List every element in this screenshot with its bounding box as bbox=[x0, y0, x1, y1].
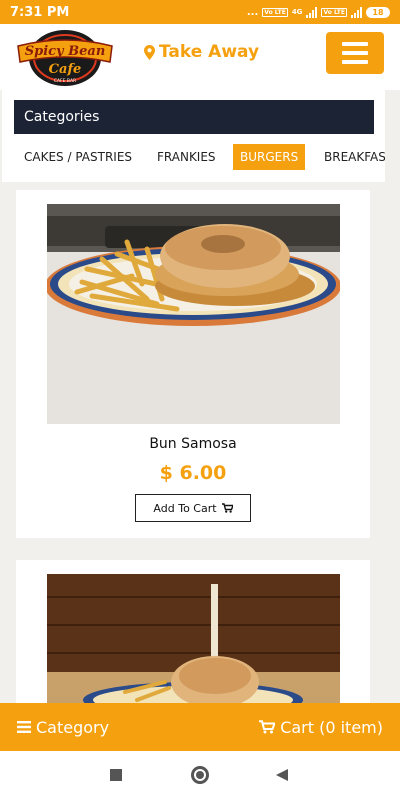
back-icon[interactable] bbox=[276, 769, 288, 781]
add-to-cart-button[interactable]: Add To Cart bbox=[135, 494, 251, 522]
volte-badge-2: Vo LTE bbox=[321, 7, 347, 17]
categories-panel: Categories CAKES / PASTRIES FRANKIES BUR… bbox=[2, 90, 385, 182]
volte-badge-1: Vo LTE bbox=[262, 7, 288, 17]
svg-text:CAFE BAR: CAFE BAR bbox=[54, 78, 76, 84]
order-mode-selector[interactable]: Take Away bbox=[144, 42, 259, 62]
hamburger-icon bbox=[342, 42, 368, 46]
app-header: Spicy Bean Cafe CAFE BAR Take Away bbox=[0, 24, 400, 90]
category-button[interactable]: Category bbox=[17, 718, 109, 737]
signal-icon bbox=[306, 6, 318, 18]
tab-breakfast[interactable]: BREAKFAST bbox=[324, 144, 385, 170]
battery-icon: 18 bbox=[366, 6, 390, 18]
tab-cakes-pastries[interactable]: CAKES / PASTRIES bbox=[24, 144, 132, 170]
svg-text:Spicy Bean: Spicy Bean bbox=[25, 44, 106, 59]
order-mode-label: Take Away bbox=[159, 42, 260, 62]
product-name: Bun Samosa bbox=[149, 436, 237, 452]
tab-burgers[interactable]: BURGERS bbox=[233, 144, 306, 170]
hamburger-menu-button[interactable] bbox=[326, 32, 384, 74]
svg-text:Cafe: Cafe bbox=[49, 62, 82, 77]
categories-heading: Categories bbox=[14, 100, 374, 134]
home-icon[interactable] bbox=[191, 766, 209, 784]
notification-dots: ... bbox=[246, 6, 259, 18]
category-button-label: Category bbox=[36, 717, 110, 737]
system-navigation-bar bbox=[0, 751, 400, 800]
status-icons: ... Vo LTE 4G Vo LTE 18 bbox=[246, 6, 390, 18]
recent-apps-icon[interactable] bbox=[110, 769, 122, 781]
add-to-cart-label: Add To Cart bbox=[153, 501, 217, 515]
network-type: 4G bbox=[291, 8, 303, 16]
tab-frankies[interactable]: FRANKIES bbox=[157, 144, 216, 170]
product-image[interactable] bbox=[45, 204, 341, 424]
product-price: $ 6.00 bbox=[159, 462, 227, 484]
product-card bbox=[16, 560, 370, 720]
bottom-action-bar: Category Cart (0 item) bbox=[0, 703, 400, 751]
status-time: 7:31 PM bbox=[10, 4, 70, 20]
signal-icon-2 bbox=[351, 6, 362, 18]
spicy-bean-logo[interactable]: Spicy Bean Cafe CAFE BAR bbox=[14, 26, 116, 88]
product-card: Bun Samosa $ 6.00 Add To Cart bbox=[16, 190, 370, 538]
map-marker-icon bbox=[144, 44, 155, 60]
product-image[interactable] bbox=[47, 574, 340, 718]
cart-button-label: Cart (0 item) bbox=[280, 717, 383, 737]
cart-icon bbox=[259, 720, 276, 734]
list-icon bbox=[17, 721, 31, 733]
cart-button[interactable]: Cart (0 item) bbox=[259, 718, 383, 737]
cart-icon bbox=[221, 503, 233, 513]
category-tabs[interactable]: CAKES / PASTRIES FRANKIES BURGERS BREAKF… bbox=[2, 144, 385, 174]
status-bar: 7:31 PM ... Vo LTE 4G Vo LTE 18 bbox=[0, 0, 400, 24]
